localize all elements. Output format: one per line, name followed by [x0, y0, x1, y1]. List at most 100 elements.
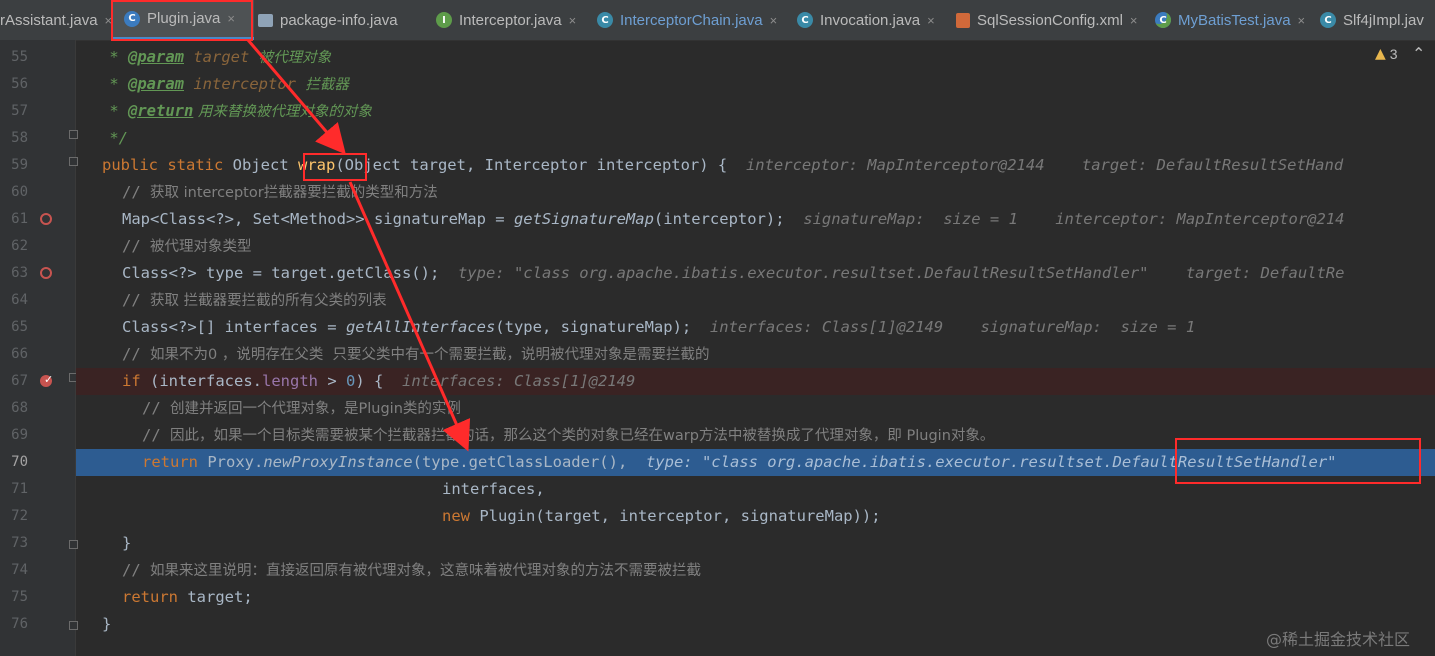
code-line-68[interactable]: // 创建并返回一个代理对象，是Plugin类的实例 [76, 395, 1435, 422]
code-line-62[interactable]: // 被代理对象类型 [76, 233, 1435, 260]
line-number: 76 [11, 616, 28, 632]
tab-sqlsessionconfig[interactable]: SqlSessionConfig.xml × [956, 0, 1146, 40]
close-icon[interactable]: × [770, 13, 778, 28]
line-number: 71 [11, 481, 28, 497]
doc-tag: @return [128, 102, 194, 120]
inspection-widget[interactable]: ▲ 3 [1375, 46, 1398, 62]
keyword: static [167, 156, 224, 174]
breakpoint-hit-icon[interactable] [40, 373, 53, 387]
line-number: 61 [11, 211, 28, 227]
method-call: getSignatureMap [513, 210, 654, 228]
doc-text: 拦截器 [305, 77, 349, 93]
class-icon: C [124, 10, 140, 27]
close-icon[interactable]: × [105, 13, 113, 28]
breakpoint-icon[interactable] [40, 267, 52, 279]
code-text: } [102, 615, 112, 633]
close-icon[interactable]: × [1130, 13, 1138, 28]
code-line-57[interactable]: * @return 用来替换被代理对象的对象 [76, 98, 1435, 125]
line-number: 69 [11, 427, 28, 443]
doc-text: * [100, 102, 128, 120]
code-text: > [318, 372, 346, 390]
tab-invocation[interactable]: C Invocation.java × [797, 0, 957, 40]
code-text: target; [178, 588, 253, 606]
code-line-73[interactable]: } [76, 530, 1435, 557]
comment: // [142, 399, 170, 417]
comment: 创建并返回一个代理对象，是Plugin类的实例 [170, 401, 461, 417]
package-icon [258, 13, 273, 27]
code-text: (interfaces. [140, 372, 262, 390]
tab-label: Invocation.java [820, 11, 921, 29]
comment: // [122, 561, 150, 579]
code-text: Class<?> type = target.getClass(); [122, 264, 440, 282]
code-line-65[interactable]: Class<?>[] interfaces = getAllInterfaces… [76, 314, 1435, 341]
code-line-55[interactable]: * @param target 被代理对象 [76, 44, 1435, 71]
code-line-61[interactable]: Map<Class<?>, Set<Method>> signatureMap … [76, 206, 1435, 233]
debug-inline-value: interfaces: Class[1]@2149 signatureMap: … [709, 318, 1196, 336]
code-line-66[interactable]: // 如果不为0 ，说明存在父类 只要父类中有一个需要拦截，说明被代理对象是需要… [76, 341, 1435, 368]
code-line-69[interactable]: // 因此，如果一个目标类需要被某个拦截器拦截的话，那么这个类的对象已经在war… [76, 422, 1435, 449]
tab-package-info[interactable]: package-info.java [258, 0, 418, 40]
code-line-59[interactable]: public static Object wrap(Object target,… [76, 152, 1435, 179]
tab-label: Plugin.java [147, 10, 221, 27]
code-line-75[interactable]: return target; [76, 584, 1435, 611]
method-call: newProxyInstance [263, 453, 413, 471]
code-text: (type, signatureMap); [495, 318, 692, 336]
editor-tab-bar: rAssistant.java × C Plugin.java × packag… [0, 0, 1435, 41]
keyword: return [122, 588, 178, 606]
tab-label: rAssistant.java [0, 11, 98, 29]
tab-slf4jimpl[interactable]: C Slf4jImpl.jav [1320, 0, 1435, 40]
tab-mybatistest[interactable]: C MyBatisTest.java × [1155, 0, 1315, 40]
class-icon: C [1320, 12, 1336, 28]
code-line-67[interactable]: if (interfaces.length > 0) { interfaces:… [76, 368, 1435, 395]
watermark: @稀土掘金技术社区 [1266, 630, 1411, 649]
debug-inline-value: interceptor: MapInterceptor@2144 target:… [745, 156, 1344, 174]
close-icon[interactable]: × [1298, 13, 1306, 28]
keyword: if [122, 372, 141, 390]
code-line-72[interactable]: new Plugin(target, interceptor, signatur… [76, 503, 1435, 530]
tab-label: InterceptorChain.java [620, 11, 763, 29]
comment: 获取 interceptor拦截器要拦截的类型和方法 [150, 185, 438, 201]
close-icon[interactable]: × [227, 11, 235, 26]
chevron-up-icon[interactable]: ⌃ [1412, 44, 1425, 63]
line-number: 60 [11, 184, 28, 200]
code-line-58[interactable]: */ [76, 125, 1435, 152]
tab-label: Interceptor.java [459, 11, 562, 29]
keyword: return [142, 453, 198, 471]
code-line-63[interactable]: Class<?> type = target.getClass(); type:… [76, 260, 1435, 287]
tab-plugin[interactable]: C Plugin.java × [112, 0, 254, 40]
keyword: public [102, 156, 158, 174]
line-number: 72 [11, 508, 28, 524]
warning-count: 3 [1389, 46, 1398, 62]
line-number: 62 [11, 238, 28, 254]
tab-interceptor-chain[interactable]: C InterceptorChain.java × [597, 0, 792, 40]
close-icon[interactable]: × [569, 13, 577, 28]
comment: // [122, 345, 150, 363]
comment: // [122, 237, 150, 255]
code-line-64[interactable]: // 获取 拦截器要拦截的所有父类的列表 [76, 287, 1435, 314]
breakpoint-icon[interactable] [40, 213, 52, 225]
class-icon: C [797, 12, 813, 28]
code-text: Object [223, 156, 298, 174]
close-icon[interactable]: × [927, 13, 935, 28]
doc-text: * [100, 75, 128, 93]
debug-inline-value: type: "class org.apache.ibatis.executor.… [645, 453, 1337, 471]
comment: // [142, 426, 170, 444]
code-text: (type.getClassLoader(), [412, 453, 628, 471]
line-number: 73 [11, 535, 28, 551]
tab-label: Slf4jImpl.jav [1343, 11, 1424, 29]
method-name: wrap [298, 156, 336, 174]
tab-label: MyBatisTest.java [1178, 11, 1291, 29]
tab-interceptor[interactable]: I Interceptor.java × [436, 0, 586, 40]
code-line-74[interactable]: // 如果来这里说明：直接返回原有被代理对象，这意味着被代理对象的方法不需要被拦… [76, 557, 1435, 584]
line-number: 75 [11, 589, 28, 605]
interface-icon: I [436, 12, 452, 28]
code-line-60[interactable]: // 获取 interceptor拦截器要拦截的类型和方法 [76, 179, 1435, 206]
tab-assistant[interactable]: rAssistant.java × [0, 0, 120, 40]
code-text: } [122, 534, 132, 552]
method-call: getAllInterfaces [345, 318, 496, 336]
code-line-71[interactable]: interfaces, [76, 476, 1435, 503]
code-line-56[interactable]: * @param interceptor 拦截器 [76, 71, 1435, 98]
code-line-76[interactable]: } [76, 611, 1435, 638]
code-line-70-execution-point[interactable]: return Proxy.newProxyInstance(type.getCl… [76, 449, 1435, 476]
doc-text: 用来替换被代理对象的对象 [193, 104, 372, 120]
